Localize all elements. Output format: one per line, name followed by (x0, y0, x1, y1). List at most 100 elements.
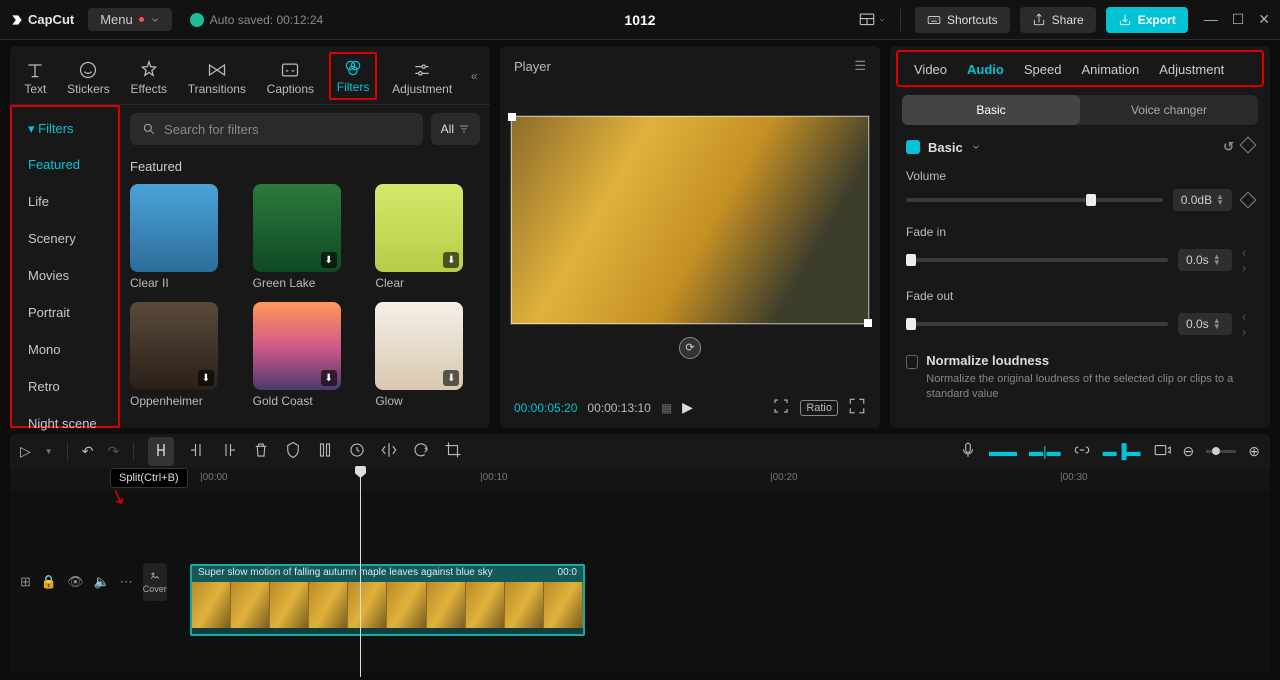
volume-slider[interactable] (906, 198, 1163, 202)
timeline-ruler[interactable]: |00:00 |00:10 |00:20 |00:30 (10, 468, 1270, 492)
layout-button[interactable] (858, 11, 886, 29)
add-track-icon[interactable]: ⊞ (20, 574, 31, 590)
split-right-button[interactable] (220, 441, 238, 462)
tab-stickers[interactable]: Stickers (61, 56, 116, 100)
player-canvas[interactable]: ⟳ (500, 86, 880, 387)
preview-toggle[interactable] (1153, 441, 1171, 462)
play-button[interactable]: ▶ (682, 399, 693, 416)
zoom-slider[interactable] (1206, 450, 1236, 453)
sidebar-item-retro[interactable]: Retro (18, 371, 112, 402)
mirror-button[interactable] (380, 441, 398, 462)
video-clip[interactable]: Super slow motion of falling autumn mapl… (190, 564, 585, 636)
inspector-tabs: Video Audio Speed Animation Adjustment (896, 50, 1264, 87)
link-icon[interactable] (1073, 441, 1091, 462)
download-icon[interactable]: ⬇ (443, 370, 459, 386)
sidebar-item-mono[interactable]: Mono (18, 334, 112, 365)
minimize-button[interactable]: — (1204, 11, 1218, 28)
video-preview[interactable] (510, 115, 870, 325)
subtab-basic[interactable]: Basic (902, 95, 1080, 125)
check-icon (190, 13, 204, 27)
crop-button[interactable] (444, 441, 462, 462)
mute-icon[interactable]: 🔈 (94, 574, 110, 590)
player-menu-icon[interactable]: ☰ (854, 58, 866, 74)
tab-adjustment-insp[interactable]: Adjustment (1159, 62, 1224, 77)
fadeout-slider[interactable] (906, 322, 1168, 326)
sync-icon[interactable]: ⟳ (679, 337, 701, 359)
filter-card[interactable]: ⬇Clear (375, 184, 480, 290)
zoom-out[interactable]: ⊖ (1183, 443, 1195, 460)
sidebar-item-featured[interactable]: Featured (18, 149, 112, 180)
add-marker-button[interactable] (284, 441, 302, 462)
tab-audio[interactable]: Audio (967, 62, 1004, 77)
fadein-slider[interactable] (906, 258, 1168, 262)
download-icon[interactable]: ⬇ (321, 252, 337, 268)
link-tool-1[interactable]: ▬▬ (989, 443, 1017, 459)
ratio-button[interactable]: Ratio (800, 400, 838, 416)
crop-tool[interactable] (316, 441, 334, 462)
delete-button[interactable] (252, 441, 270, 462)
menu-button[interactable]: Menu (88, 8, 172, 31)
tab-animation[interactable]: Animation (1081, 62, 1139, 77)
filter-card[interactable]: ⬇Glow (375, 302, 480, 408)
link-tool-2[interactable]: ▬|▬ (1029, 443, 1061, 459)
volume-value[interactable]: 0.0dB▲▼ (1173, 189, 1232, 211)
filter-card[interactable]: ⬇Oppenheimer (130, 302, 235, 408)
tab-captions[interactable]: Captions (261, 56, 320, 100)
tab-transitions[interactable]: Transitions (182, 56, 252, 100)
fadein-value[interactable]: 0.0s▲▼ (1178, 249, 1232, 271)
lock-track-icon[interactable]: 🔒 (41, 574, 57, 590)
more-icon[interactable]: ⋯ (120, 574, 133, 590)
collapse-library-button[interactable]: « (467, 65, 482, 87)
export-button[interactable]: Export (1106, 7, 1188, 33)
normalize-loudness[interactable]: Normalize loudness Normalize the origina… (906, 353, 1254, 403)
download-icon[interactable]: ⬇ (321, 370, 337, 386)
filter-card[interactable]: Clear II (130, 184, 235, 290)
fadeout-value[interactable]: 0.0s▲▼ (1178, 313, 1232, 335)
mic-icon[interactable] (959, 441, 977, 462)
visibility-icon[interactable]: 👁 (67, 574, 84, 590)
keyframe-icon[interactable] (1240, 192, 1257, 209)
split-button[interactable] (148, 437, 174, 466)
undo-button[interactable]: ↶ (82, 443, 94, 460)
sidebar-item-scenery[interactable]: Scenery (18, 223, 112, 254)
timecode-current: 00:00:05:20 (514, 401, 577, 415)
cover-button[interactable]: Cover (143, 563, 167, 601)
magnet-icon[interactable]: ▬▐▬ (1103, 443, 1141, 459)
split-left-button[interactable] (188, 441, 206, 462)
download-icon[interactable]: ⬇ (443, 252, 459, 268)
fullscreen-icon[interactable] (848, 397, 866, 418)
tab-text[interactable]: Text (18, 56, 52, 100)
reset-icon[interactable]: ↺ (1223, 139, 1234, 155)
basic-section-header[interactable]: Basic ↺ (906, 139, 1254, 155)
maximize-button[interactable]: ☐ (1232, 11, 1245, 28)
timeline-tracks[interactable]: ⊞ 🔒 👁 🔈 ⋯ Cover Super slow motion of fal… (10, 492, 1270, 672)
tab-filters[interactable]: Filters (329, 52, 378, 100)
zoom-in[interactable]: ⊕ (1248, 443, 1260, 460)
redo-button[interactable]: ↷ (107, 443, 119, 460)
sidebar-item-life[interactable]: Life (18, 186, 112, 217)
columns-icon[interactable]: ▦ (661, 401, 672, 415)
close-button[interactable]: ✕ (1258, 11, 1270, 28)
basic-checkbox[interactable] (906, 140, 920, 154)
keyframe-icon[interactable] (1240, 137, 1257, 154)
tab-speed[interactable]: Speed (1024, 62, 1062, 77)
filter-card[interactable]: ⬇Green Lake (253, 184, 358, 290)
shortcuts-button[interactable]: Shortcuts (915, 7, 1010, 33)
reverse-button[interactable] (348, 441, 366, 462)
download-icon[interactable]: ⬇ (198, 370, 214, 386)
share-button[interactable]: Share (1020, 7, 1096, 33)
playhead[interactable] (360, 468, 361, 677)
filter-all-button[interactable]: All (431, 113, 480, 145)
select-tool[interactable]: ▷ (20, 443, 31, 460)
normalize-checkbox[interactable] (906, 355, 918, 369)
rotate-button[interactable] (412, 441, 430, 462)
fit-screen-icon[interactable] (772, 397, 790, 418)
search-input[interactable]: Search for filters (130, 113, 423, 145)
tab-video[interactable]: Video (914, 62, 947, 77)
filter-card[interactable]: ⬇Gold Coast (253, 302, 358, 408)
tab-adjustment[interactable]: Adjustment (386, 56, 458, 100)
sidebar-item-portrait[interactable]: Portrait (18, 297, 112, 328)
tab-effects[interactable]: Effects (125, 56, 173, 100)
subtab-voice-changer[interactable]: Voice changer (1080, 95, 1258, 125)
sidebar-item-movies[interactable]: Movies (18, 260, 112, 291)
